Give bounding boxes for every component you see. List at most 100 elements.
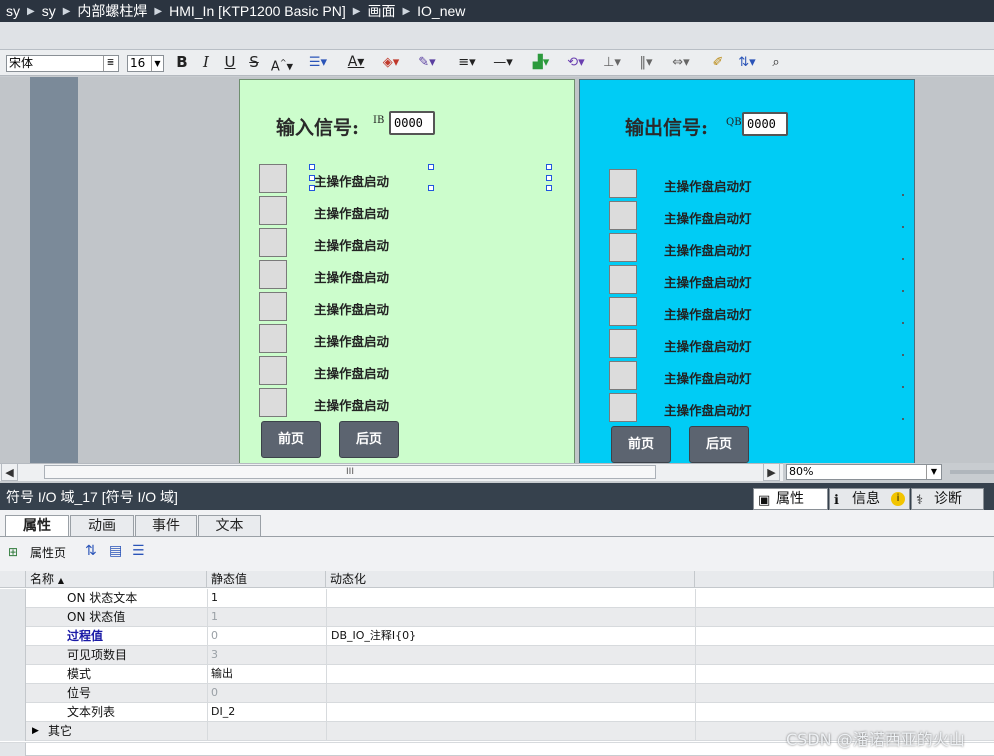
zoom-slider[interactable] <box>950 470 994 474</box>
column-static-header[interactable]: 静态值 <box>207 571 326 588</box>
selection-handle[interactable] <box>428 164 434 170</box>
chevron-down-icon[interactable]: ▼ <box>926 465 941 479</box>
chevron-down-icon[interactable]: ▼ <box>151 56 163 71</box>
input-signal-indicator[interactable] <box>259 388 287 417</box>
tab-diagnostics[interactable]: ⚕ 诊断 <box>911 488 984 510</box>
selection-handle[interactable] <box>546 185 552 191</box>
property-dynamic-value[interactable] <box>326 589 695 608</box>
italic-button[interactable]: I <box>197 52 215 73</box>
property-static-value[interactable]: 1 <box>207 608 326 627</box>
strikethrough-button[interactable]: S <box>245 52 263 73</box>
property-dynamic-value[interactable] <box>326 684 695 703</box>
underline-button[interactable]: U <box>221 52 239 73</box>
input-signal-indicator[interactable] <box>259 292 287 321</box>
output-signal-label[interactable]: 主操作盘启动灯 <box>664 336 752 355</box>
input-signal-indicator[interactable] <box>259 356 287 385</box>
subtab-events[interactable]: 事件 <box>135 515 197 537</box>
screen-canvas[interactable]: 输入信号: IB 0000 主操作盘启动 主操作盘启动 主操作盘启动 主操作盘启… <box>0 77 994 463</box>
subtab-properties[interactable]: 属性 <box>5 515 69 537</box>
output-signal-label[interactable]: 主操作盘启动灯 <box>664 240 752 259</box>
line-color-icon[interactable]: ✎▾ <box>412 52 442 73</box>
property-dynamic-value[interactable] <box>326 703 695 722</box>
property-static-value[interactable]: 1 <box>207 589 326 608</box>
property-dynamic-value[interactable]: DB_IO_注释I{0} <box>326 627 695 646</box>
breadcrumb-item[interactable]: HMI_In [KTP1200 Basic PN] <box>169 3 346 19</box>
output-signal-indicator[interactable] <box>609 297 637 326</box>
property-static-value[interactable]: 3 <box>207 646 326 665</box>
property-dynamic-value[interactable] <box>326 646 695 665</box>
scroll-thumb[interactable]: III <box>44 465 656 479</box>
table-row[interactable]: 文本列表 DI_2 <box>0 703 994 722</box>
line-style-icon[interactable]: —▾ <box>488 52 518 73</box>
bring-front-icon[interactable]: ▟▾ <box>526 52 556 73</box>
input-signal-label[interactable]: 主操作盘启动 <box>314 267 389 286</box>
input-signal-label[interactable]: 主操作盘启动 <box>314 395 389 414</box>
subtab-animation[interactable]: 动画 <box>70 515 134 537</box>
property-static-value[interactable]: DI_2 <box>207 703 326 722</box>
distribute-icon[interactable]: ‖▾ <box>631 52 661 73</box>
input-signal-indicator[interactable] <box>259 228 287 257</box>
output-signal-indicator[interactable] <box>609 201 637 230</box>
output-prev-page-button[interactable]: 前页 <box>611 426 671 463</box>
rotate-icon[interactable]: ⟲▾ <box>561 52 591 73</box>
table-row[interactable]: 可见项数目 3 <box>0 646 994 665</box>
input-signal-indicator[interactable] <box>259 164 287 193</box>
output-signal-screen[interactable]: 输出信号: QB 0000 主操作盘启动灯 主操作盘启动灯 主操作盘启动灯 主操… <box>579 79 915 463</box>
output-byte-field[interactable]: 0000 <box>742 112 788 136</box>
layer-icon[interactable]: ⇅▾ <box>732 52 762 73</box>
selection-handle[interactable] <box>546 175 552 181</box>
output-signal-label[interactable]: 主操作盘启动灯 <box>664 272 752 291</box>
output-signal-indicator[interactable] <box>609 265 637 294</box>
input-signal-indicator[interactable] <box>259 260 287 289</box>
input-signal-label[interactable]: 主操作盘启动 <box>314 363 389 382</box>
property-static-value[interactable]: 输出 <box>207 665 326 684</box>
breadcrumb-item[interactable]: sy <box>6 3 20 19</box>
font-color-icon[interactable]: A▾ <box>342 52 370 73</box>
input-signal-label[interactable]: 主操作盘启动 <box>314 171 389 190</box>
output-signal-label[interactable]: 主操作盘启动灯 <box>664 304 752 323</box>
output-signal-label[interactable]: 主操作盘启动灯 <box>664 176 752 195</box>
fill-color-icon[interactable]: ◈▾ <box>376 52 406 73</box>
property-dynamic-value[interactable] <box>326 665 695 684</box>
input-signal-label[interactable]: 主操作盘启动 <box>314 331 389 350</box>
table-row[interactable]: 模式 输出 <box>0 665 994 684</box>
table-row[interactable]: 过程值 0 DB_IO_注释I{0} <box>0 627 994 646</box>
input-signal-indicator[interactable] <box>259 196 287 225</box>
output-signal-label[interactable]: 主操作盘启动灯 <box>664 208 752 227</box>
input-signal-label[interactable]: 主操作盘启动 <box>314 235 389 254</box>
output-signal-indicator[interactable] <box>609 361 637 390</box>
bold-button[interactable]: B <box>173 52 191 73</box>
align-objects-icon[interactable]: ⊥▾ <box>597 52 627 73</box>
output-signal-indicator[interactable] <box>609 393 637 422</box>
selection-handle[interactable] <box>309 185 315 191</box>
output-signal-label[interactable]: 主操作盘启动灯 <box>664 368 752 387</box>
breadcrumb-item[interactable]: 内部螺柱焊 <box>77 1 147 21</box>
table-row[interactable]: 位号 0 <box>0 684 994 703</box>
same-size-icon[interactable]: ⇔▾ <box>666 52 696 73</box>
zoom-select[interactable]: 80% <box>786 464 942 480</box>
breadcrumb-item[interactable]: IO_new <box>417 3 465 19</box>
selection-handle[interactable] <box>546 164 552 170</box>
input-byte-field[interactable]: 0000 <box>389 111 435 135</box>
subtab-texts[interactable]: 文本 <box>198 515 261 537</box>
property-dynamic-value[interactable] <box>326 608 695 627</box>
property-group-name[interactable]: 其它 <box>26 722 207 741</box>
breadcrumb-item[interactable]: 画面 <box>367 1 395 21</box>
scroll-left-arrow-icon[interactable]: ◀ <box>1 463 18 481</box>
selection-handle[interactable] <box>309 175 315 181</box>
output-signal-indicator[interactable] <box>609 169 637 198</box>
line-width-icon[interactable]: ≡▾ <box>452 52 482 73</box>
breadcrumb-item[interactable]: sy <box>42 3 56 19</box>
table-row[interactable]: ON 状态文本 1 <box>0 589 994 608</box>
output-next-page-button[interactable]: 后页 <box>689 426 749 463</box>
zoom-icon[interactable]: ⌕ <box>766 52 786 73</box>
list-icon[interactable]: ☰ <box>132 543 145 559</box>
sort-icon[interactable]: ⇅ <box>85 543 97 559</box>
tab-info[interactable]: ℹ 信息 i <box>829 488 910 510</box>
column-dynamic-header[interactable]: 动态化 <box>326 571 695 588</box>
output-signal-indicator[interactable] <box>609 233 637 262</box>
input-prev-page-button[interactable]: 前页 <box>261 421 321 458</box>
font-list-icon[interactable]: ≣ <box>103 56 117 71</box>
input-signal-indicator[interactable] <box>259 324 287 353</box>
scroll-right-arrow-icon[interactable]: ▶ <box>763 463 780 481</box>
